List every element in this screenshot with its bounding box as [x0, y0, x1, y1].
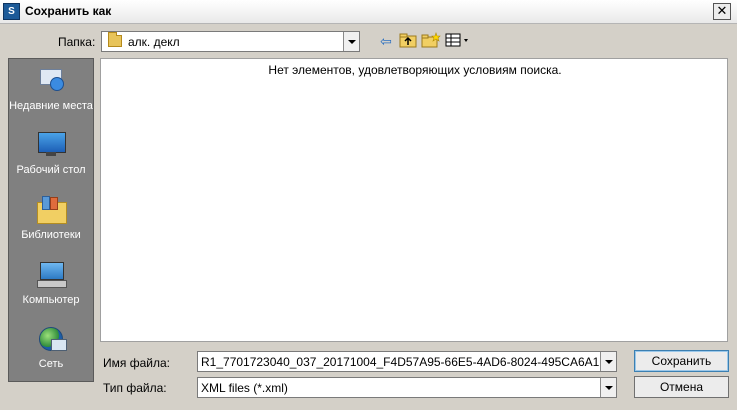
empty-message: Нет элементов, удовлетворяющих условиям …	[268, 63, 562, 77]
filetype-value: XML files (*.xml)	[201, 381, 288, 395]
filename-label: Имя файла:	[103, 356, 170, 370]
place-libraries-label: Библиотеки	[21, 229, 81, 241]
place-network[interactable]: Сеть	[9, 325, 93, 371]
folder-dropdown-button[interactable]	[343, 32, 359, 51]
dialog-title: Сохранить как	[25, 4, 112, 18]
place-network-label: Сеть	[38, 358, 64, 370]
view-menu-icon[interactable]	[445, 32, 471, 50]
file-list[interactable]: Нет элементов, удовлетворяющих условиям …	[100, 58, 728, 342]
filename-input[interactable]: R1_7701723040_037_20171004_F4D57A95-66E5…	[197, 351, 617, 372]
app-icon: S	[3, 3, 20, 20]
folder-icon	[108, 32, 122, 47]
place-computer-label: Компьютер	[22, 294, 80, 306]
filename-dropdown-button[interactable]	[600, 352, 616, 371]
filetype-dropdown-button[interactable]	[600, 378, 616, 397]
network-icon	[36, 325, 67, 353]
save-button[interactable]: Сохранить	[634, 350, 729, 372]
new-folder-icon[interactable]	[421, 32, 441, 50]
place-computer[interactable]: Компьютер	[9, 261, 93, 307]
computer-icon	[36, 261, 67, 289]
places-bar: Недавние места Рабочий стол Библиотеки К…	[8, 58, 94, 382]
filetype-select[interactable]: XML files (*.xml)	[197, 377, 617, 398]
filetype-label: Тип файла:	[103, 381, 167, 395]
save-as-dialog: S Сохранить как ✕ Папка: алк. декл ⇦ Нед…	[0, 0, 737, 410]
place-recent-label: Недавние места	[9, 100, 93, 112]
cancel-button[interactable]: Отмена	[634, 376, 729, 398]
title-bar: S Сохранить как ✕	[0, 0, 737, 24]
close-button[interactable]: ✕	[713, 3, 731, 20]
folder-select[interactable]: алк. декл	[101, 31, 360, 52]
place-libraries[interactable]: Библиотеки	[9, 196, 93, 242]
place-recent[interactable]: Недавние места	[9, 67, 93, 113]
libraries-icon	[36, 196, 67, 224]
place-desktop[interactable]: Рабочий стол	[9, 131, 93, 177]
filename-value: R1_7701723040_037_20171004_F4D57A95-66E5…	[201, 355, 599, 369]
place-desktop-label: Рабочий стол	[16, 164, 86, 176]
desktop-icon	[36, 131, 66, 159]
back-icon[interactable]: ⇦	[376, 32, 396, 50]
folder-value: алк. декл	[128, 35, 180, 49]
up-folder-icon[interactable]	[398, 32, 418, 50]
folder-label: Папка:	[58, 35, 96, 49]
recent-places-icon	[36, 67, 66, 95]
